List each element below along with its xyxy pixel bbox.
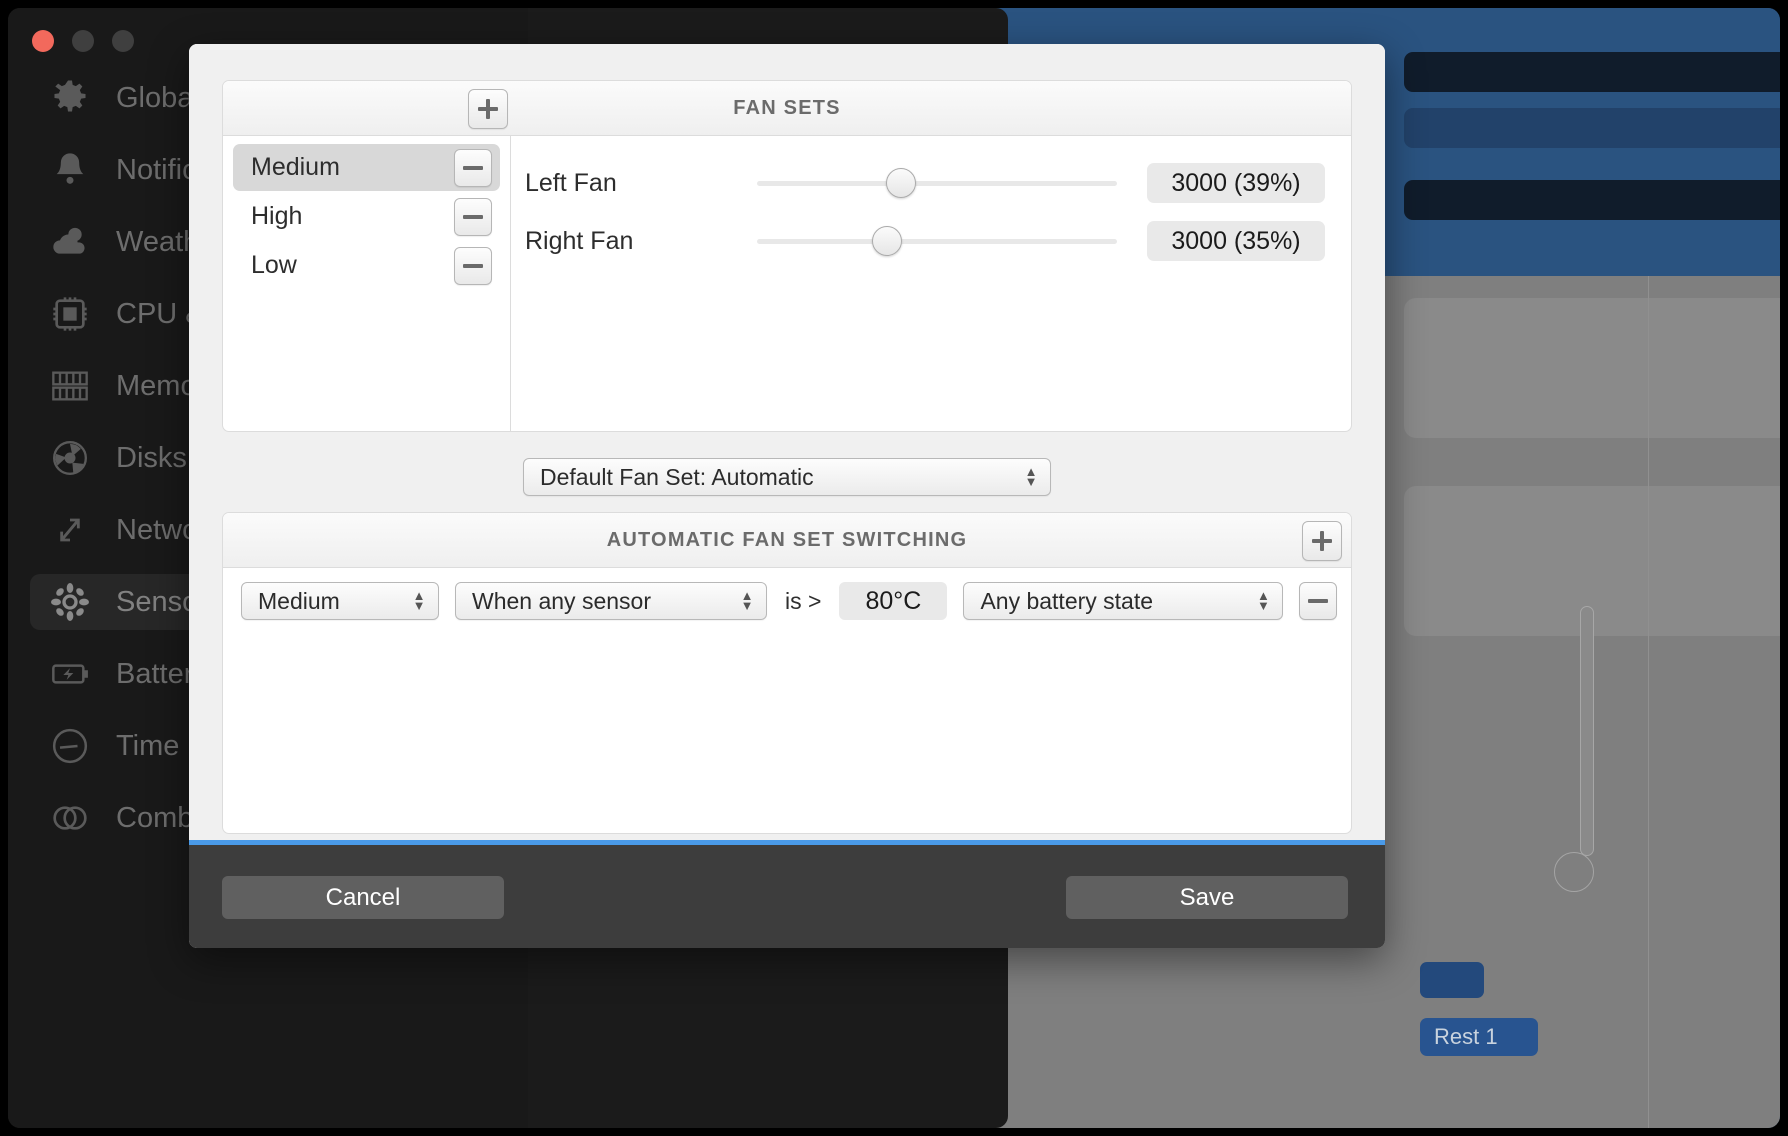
background-divider <box>1648 276 1649 1128</box>
rule-fan-set-select[interactable]: Medium ▲ ▼ <box>241 582 439 620</box>
right-fan-slider[interactable] <box>757 226 1117 256</box>
gear-icon <box>48 76 92 120</box>
network-icon <box>48 508 92 552</box>
fan-sets-panel: FAN SETS Medium High Low Left Fan 3000 (… <box>222 80 1352 432</box>
chevron-updown-icon: ▲ ▼ <box>740 588 754 613</box>
background-pill-empty[interactable] <box>1404 180 1780 220</box>
background-chip-label: Rest 1 <box>1434 1024 1498 1049</box>
bell-icon <box>48 148 92 192</box>
auto-fan-switching-title: AUTOMATIC FAN SET SWITCHING <box>606 528 968 551</box>
chevron-updown-icon: ▲ ▼ <box>412 588 426 613</box>
minus-icon <box>463 263 483 268</box>
auto-fan-switching-panel: AUTOMATIC FAN SET SWITCHING Medium ▲ ▼ Wh… <box>222 512 1352 834</box>
background-pill-inactive-items[interactable]: INACTIVE ITEMS <box>1404 108 1780 148</box>
chevron-updown-icon: ▲ ▼ <box>1257 588 1270 613</box>
dialog-footer: Cancel Save <box>189 845 1385 948</box>
cancel-button[interactable]: Cancel <box>222 876 504 919</box>
clock-icon <box>48 724 92 768</box>
sidebar-item-label: Time <box>116 729 180 762</box>
chip-icon <box>48 292 92 336</box>
fan-set-name: High <box>251 202 303 230</box>
default-fan-set-select[interactable]: Default Fan Set: Automatic ▲ ▼ <box>523 458 1051 496</box>
rule-threshold-field[interactable]: 80°C <box>839 582 948 620</box>
plus-icon-vertical <box>486 99 490 119</box>
background-oval-decoration <box>1554 852 1594 892</box>
fan-sets-header: FAN SETS <box>223 81 1351 136</box>
fan-set-name: Medium <box>251 153 340 181</box>
ram-icon <box>48 364 92 408</box>
rule-fan-set-label: Medium <box>258 587 340 614</box>
sidebar-item-label: Global <box>116 81 200 114</box>
minus-icon <box>463 165 483 170</box>
add-fan-set-button[interactable] <box>468 89 508 129</box>
default-fan-set-select-wrap: Default Fan Set: Automatic ▲ ▼ <box>523 458 1051 496</box>
auto-fan-switching-header: AUTOMATIC FAN SET SWITCHING <box>223 513 1351 568</box>
plus-icon-vertical <box>1320 531 1324 551</box>
remove-fan-set-button[interactable] <box>454 197 492 236</box>
remove-fan-set-button[interactable] <box>454 148 492 187</box>
background-chip-rest1[interactable]: Rest 1 <box>1420 1018 1538 1056</box>
fan-set-row-low[interactable]: Low <box>233 242 500 289</box>
background-chip-small[interactable] <box>1420 962 1484 998</box>
close-button[interactable] <box>32 30 54 52</box>
rule-condition-select[interactable]: When any sensor ▲ ▼ <box>455 582 767 620</box>
fan-sets-title: FAN SETS <box>733 96 841 119</box>
left-fan-label: Left Fan <box>525 168 617 197</box>
zoom-button[interactable] <box>112 30 134 52</box>
disk-icon <box>48 436 92 480</box>
slider-thumb[interactable] <box>872 226 902 256</box>
rule-battery-state-label: Any battery state <box>980 587 1154 614</box>
remove-fan-set-button[interactable] <box>454 246 492 285</box>
right-fan-row: Right Fan 3000 (35%) <box>525 212 1351 270</box>
slider-thumb[interactable] <box>886 168 916 198</box>
window-controls <box>32 30 134 52</box>
fan-set-name: Low <box>251 251 297 279</box>
fan-icon <box>48 580 92 624</box>
left-fan-slider[interactable] <box>757 168 1117 198</box>
fan-set-row-medium[interactable]: Medium <box>233 144 500 191</box>
right-fan-label: Right Fan <box>525 226 634 255</box>
rings-icon <box>48 796 92 840</box>
chevron-updown-icon: ▲ ▼ <box>1024 464 1038 489</box>
minus-icon <box>463 214 483 219</box>
default-fan-set-label: Default Fan Set: Automatic <box>540 463 814 490</box>
background-card <box>1404 298 1780 438</box>
slider-track <box>757 239 1117 244</box>
fan-settings-dialog: FAN SETS Medium High Low Left Fan 3000 (… <box>189 44 1385 948</box>
add-rule-button[interactable] <box>1302 521 1342 561</box>
save-button[interactable]: Save <box>1066 876 1348 919</box>
left-fan-row: Left Fan 3000 (39%) <box>525 154 1351 212</box>
background-pill-active-items[interactable]: ACTIVE ITEMS <box>1404 52 1780 92</box>
rule-operator-label: is > <box>785 587 822 614</box>
left-fan-rpm-field[interactable]: 3000 (39%) <box>1147 163 1325 203</box>
dialog-body: FAN SETS Medium High Low Left Fan 3000 (… <box>189 44 1385 840</box>
right-fan-rpm-field[interactable]: 3000 (35%) <box>1147 221 1325 261</box>
sidebar-item-label: Disks <box>116 441 187 474</box>
slider-track <box>757 181 1117 186</box>
fan-set-list: Medium High Low <box>223 136 511 431</box>
minus-icon <box>1308 599 1329 603</box>
rule-condition-label: When any sensor <box>472 587 651 614</box>
fan-set-row-high[interactable]: High <box>233 193 500 240</box>
minimize-button[interactable] <box>72 30 94 52</box>
fan-sets-content: Medium High Low Left Fan 3000 (39%) Righ… <box>223 136 1351 431</box>
cloud-icon <box>48 220 92 264</box>
battery-icon <box>48 652 92 696</box>
screen: ACTIVE ITEMS INACTIVE ITEMS Battery <box>0 0 1788 1136</box>
fan-detail-pane: Left Fan 3000 (39%) Right Fan 3000 (35%) <box>511 136 1351 431</box>
switching-rule-row: Medium ▲ ▼ When any sensor ▲ ▼ is > 80°C A… <box>223 568 1351 620</box>
rule-battery-state-select[interactable]: Any battery state ▲ ▼ <box>963 582 1284 620</box>
remove-rule-button[interactable] <box>1299 582 1338 620</box>
background-scrollbar[interactable] <box>1580 606 1594 856</box>
